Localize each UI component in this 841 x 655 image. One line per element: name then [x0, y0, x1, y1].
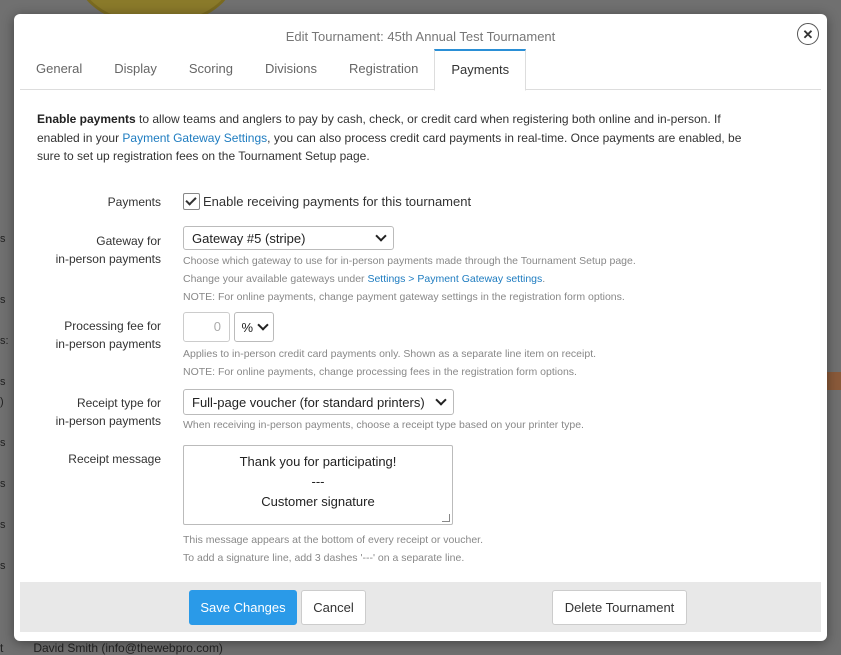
receipt-message-line1: Thank you for participating!: [239, 454, 397, 469]
gateway-label-line2: in-person payments: [55, 252, 161, 266]
modal-footer: Save Changes Cancel Delete Tournament: [20, 582, 821, 632]
gateway-settings-link[interactable]: Settings > Payment Gateway settings: [367, 273, 542, 285]
bg-fragment: s: [0, 376, 6, 388]
processing-fee-help: Applies to in-person credit card payment…: [183, 345, 596, 381]
tab-payments[interactable]: Payments: [434, 49, 527, 91]
payments-label: Payments: [107, 195, 161, 209]
gateway-help-3: NOTE: For online payments, change paymen…: [183, 291, 625, 303]
tab-registration[interactable]: Registration: [333, 49, 434, 89]
enable-payments-checkbox[interactable]: [183, 193, 200, 211]
enable-payments-label[interactable]: Enable receiving payments for this tourn…: [203, 194, 471, 209]
processing-fee-unit-select[interactable]: %: [234, 312, 275, 342]
receipt-type-select[interactable]: Full-page voucher (for standard printers…: [183, 389, 454, 415]
processing-fee-label-line1: Processing fee for: [64, 319, 161, 333]
resize-handle-icon[interactable]: [442, 514, 450, 522]
receipt-message-textarea[interactable]: Thank you for participating! --- Custome…: [183, 445, 453, 525]
payments-panel: Enable payments to allow teams and angle…: [37, 110, 787, 166]
bg-fragment: s: [0, 294, 6, 306]
gateway-field: Gateway #5 (stripe) Choose which gateway…: [183, 226, 636, 306]
gateway-select[interactable]: Gateway #5 (stripe): [183, 226, 394, 250]
cancel-button[interactable]: Cancel: [301, 590, 366, 625]
processing-fee-input[interactable]: 0: [183, 312, 230, 342]
save-changes-button[interactable]: Save Changes: [189, 590, 297, 625]
gateway-help-2-suffix: .: [542, 273, 546, 285]
processing-fee-unit-value: %: [241, 319, 254, 335]
receipt-message-help: This message appears at the bottom of ev…: [183, 531, 483, 567]
chevron-down-icon: [257, 319, 270, 331]
close-icon[interactable]: ✕: [797, 23, 819, 45]
processing-fee-help-2: NOTE: For online payments, change proces…: [183, 366, 577, 378]
processing-fee-field: 0 % Applies to in-person credit card pay…: [183, 312, 596, 381]
receipt-type-help: When receiving in-person payments, choos…: [183, 419, 584, 431]
receipt-type-field: Full-page voucher (for standard printers…: [183, 389, 584, 434]
tab-display[interactable]: Display: [98, 49, 173, 89]
tab-bar: General Display Scoring Divisions Regist…: [20, 49, 821, 91]
tab-general[interactable]: General: [20, 49, 98, 89]
receipt-message-help-1: This message appears at the bottom of ev…: [183, 534, 483, 546]
receipt-type-selected-value: Full-page voucher (for standard printers…: [192, 394, 425, 410]
bg-fragment: s: [0, 519, 6, 531]
receipt-message-field: Thank you for participating! --- Custome…: [183, 445, 483, 567]
bg-fragment: s: [0, 478, 6, 490]
gateway-help-2: Change your available gateways under Set…: [183, 270, 636, 288]
payment-gateway-settings-link[interactable]: Payment Gateway Settings: [122, 131, 267, 145]
gateway-label-line1: Gateway for: [96, 234, 161, 248]
chevron-down-icon: [375, 230, 387, 242]
gateway-label: Gateway for in-person payments: [21, 232, 161, 268]
receipt-message-help-2: To add a signature line, add 3 dashes '-…: [183, 552, 465, 564]
chevron-down-icon: [435, 394, 447, 406]
bg-fragment: s: [0, 560, 6, 572]
processing-fee-help-1: Applies to in-person credit card payment…: [183, 348, 597, 360]
processing-fee-label: Processing fee for in-person payments: [21, 317, 161, 353]
bg-side-tab: [827, 372, 841, 390]
receipt-type-label-line2: in-person payments: [55, 414, 161, 428]
bg-footer-text: t David Smith (info@thewebpro.com): [0, 641, 223, 655]
receipt-message-label: Receipt message: [68, 452, 161, 466]
delete-tournament-button[interactable]: Delete Tournament: [552, 590, 687, 625]
bg-fragment: s: [0, 233, 6, 245]
gateway-selected-value: Gateway #5 (stripe): [192, 230, 306, 246]
gateway-help-1: Choose which gateway to use for in-perso…: [183, 255, 636, 267]
processing-fee-label-line2: in-person payments: [55, 337, 161, 351]
bg-fragment: ): [0, 396, 4, 408]
receipt-type-label: Receipt type for in-person payments: [21, 394, 161, 430]
gateway-help: Choose which gateway to use for in-perso…: [183, 252, 636, 306]
tab-scoring[interactable]: Scoring: [173, 49, 249, 89]
intro-text: Enable payments to allow teams and angle…: [37, 110, 752, 166]
receipt-message-line3: Customer signature: [261, 494, 375, 509]
edit-tournament-modal: Edit Tournament: 45th Annual Test Tourna…: [14, 14, 827, 641]
bg-fragment: s: [0, 437, 6, 449]
receipt-type-label-line1: Receipt type for: [76, 396, 161, 410]
modal-title: Edit Tournament: 45th Annual Test Tourna…: [285, 29, 556, 44]
bg-fragment: s:: [0, 335, 9, 347]
tab-divisions[interactable]: Divisions: [249, 49, 333, 89]
gateway-help-2-prefix: Change your available gateways under: [183, 273, 368, 285]
receipt-message-line2: ---: [311, 474, 325, 489]
payments-field: Enable receiving payments for this tourn…: [183, 193, 471, 211]
intro-bold: Enable payments: [37, 112, 136, 126]
